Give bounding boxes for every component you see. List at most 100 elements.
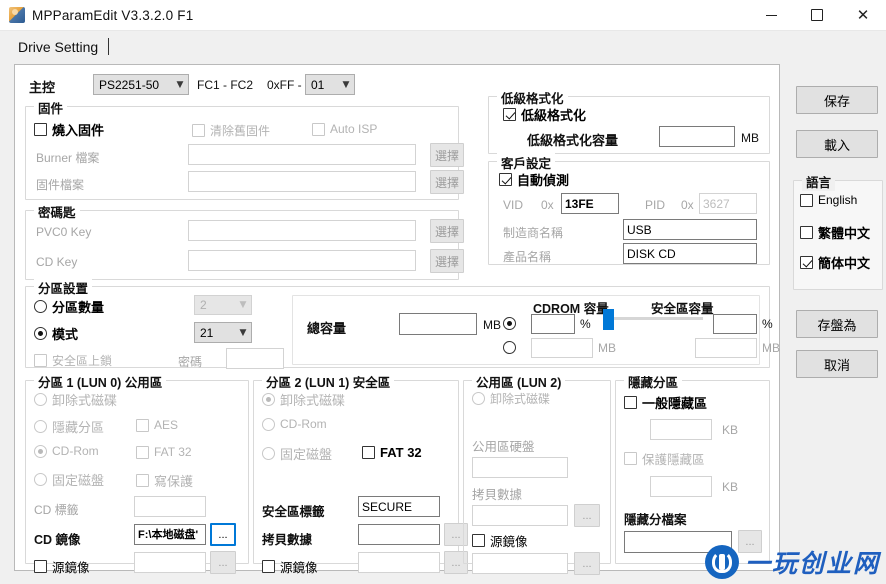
general-hidden-checkbox[interactable]: 一般隱藏區: [624, 393, 707, 412]
partition2-removable-label: 卸除式磁碟: [280, 393, 346, 408]
partition3-copy-data-label: 拷貝數據: [472, 488, 523, 502]
partition1-source-image-browse-button[interactable]: ...: [210, 551, 236, 574]
partition3-removable-radio[interactable]: 卸除式磁碟: [472, 390, 550, 407]
capacity-slider[interactable]: [603, 309, 703, 330]
low-format-capacity-input[interactable]: [659, 126, 735, 147]
pvc0-key-browse-button[interactable]: 選擇: [430, 219, 464, 243]
partition2-fixed-radio[interactable]: 固定磁盤: [262, 444, 332, 463]
partition1-hidden-radio[interactable]: 隱藏分區: [34, 417, 104, 436]
slider-thumb[interactable]: [603, 309, 614, 330]
cdrom-mb-input[interactable]: [531, 338, 593, 358]
partition2-fat32-checkbox[interactable]: FAT 32: [362, 445, 422, 460]
partition2-cdrom-radio[interactable]: CD-Rom: [262, 417, 327, 431]
language-option-english[interactable]: English: [800, 193, 857, 207]
cancel-button[interactable]: 取消: [796, 350, 878, 378]
window-title: MPParamEdit V3.3.2.0 F1: [32, 7, 194, 23]
cd-key-browse-button[interactable]: 選擇: [430, 249, 464, 273]
burner-file-browse-button[interactable]: 選擇: [430, 143, 464, 167]
partition3-copy-data-browse-button[interactable]: ...: [574, 504, 600, 527]
maximize-button[interactable]: [794, 0, 840, 30]
partition1-source-image-checkbox[interactable]: 源鏡像: [34, 557, 90, 576]
firmware-file-input[interactable]: [188, 171, 416, 192]
auto-detect-checkbox[interactable]: 自動偵測: [499, 170, 569, 189]
vendor-name-input[interactable]: USB: [623, 219, 757, 240]
close-button[interactable]: ✕: [840, 0, 886, 30]
save-as-button[interactable]: 存盤為: [796, 310, 878, 338]
save-button[interactable]: 保存: [796, 86, 878, 114]
controller-fc-label: FC1 - FC2: [197, 78, 254, 92]
partition1-fat32-checkbox[interactable]: FAT 32: [136, 445, 192, 459]
controller-hex-select[interactable]: 01 ▼: [305, 74, 355, 95]
partition2-removable-radio[interactable]: 卸除式磁碟: [262, 390, 345, 409]
protect-hidden-checkbox[interactable]: 保護隱藏區: [624, 449, 705, 468]
drive-setting-panel: 主控 PS2251-50 ▼ FC1 - FC2 0xFF - 01 ▼ 固件 …: [14, 64, 780, 575]
partition1-source-image-input[interactable]: [134, 552, 206, 573]
firmware-file-label: 固件檔案: [36, 178, 85, 192]
burner-file-input[interactable]: [188, 144, 416, 165]
general-hidden-input[interactable]: [650, 419, 712, 440]
partition3-disk-input[interactable]: [472, 457, 568, 478]
burn-firmware-checkbox[interactable]: 燒入固件: [34, 120, 104, 139]
cdrom-percent-input[interactable]: [531, 314, 575, 334]
total-capacity-input[interactable]: [399, 313, 477, 335]
hidden-file-label: 隱藏分檔案: [624, 513, 687, 527]
partition1-fixed-radio[interactable]: 固定磁盤: [34, 470, 104, 489]
partition2-secure-label-input[interactable]: SECURE: [358, 496, 440, 517]
partition-count-radio[interactable]: 分區數量: [34, 297, 104, 316]
capacity-mb-radio[interactable]: [503, 341, 521, 354]
language-option-simplified[interactable]: 簡体中文: [800, 253, 870, 272]
checkbox-box: [34, 560, 47, 573]
partition3-copy-data-input[interactable]: [472, 505, 568, 526]
product-name-input[interactable]: DISK CD: [623, 243, 757, 264]
partition3-source-image-label: 源鏡像: [490, 535, 528, 549]
firmware-file-browse-button[interactable]: 選擇: [430, 170, 464, 194]
partition1-source-image-label: 源鏡像: [52, 561, 90, 575]
capacity-percent-radio[interactable]: [503, 317, 521, 330]
partition1-aes-checkbox[interactable]: AES: [136, 418, 178, 432]
total-capacity-label: 總容量: [307, 321, 347, 336]
secure-mb-input[interactable]: [695, 338, 757, 358]
partition-count-select[interactable]: 2 ▼: [194, 295, 252, 315]
language-option-traditional[interactable]: 繁體中文: [800, 223, 870, 242]
partition2-fat32-label: FAT 32: [380, 445, 422, 460]
partition1-cd-image-browse-button[interactable]: ...: [210, 523, 236, 546]
low-format-checkbox[interactable]: 低級格式化: [503, 105, 586, 124]
vid-input[interactable]: 13FE: [561, 193, 619, 214]
protect-hidden-input[interactable]: [650, 476, 712, 497]
password-input[interactable]: [226, 348, 284, 369]
checkbox-box: [312, 122, 325, 136]
partition3-source-image-input[interactable]: [472, 553, 568, 574]
partition3-source-image-checkbox[interactable]: 源鏡像: [472, 531, 528, 550]
minimize-button[interactable]: [748, 0, 794, 30]
controller-model-select[interactable]: PS2251-50 ▼: [93, 74, 189, 95]
partition-mode-select[interactable]: 21 ▼: [194, 322, 252, 343]
partition2-group: 分區 2 (LUN 1) 安全區 卸除式磁碟 CD-Rom 固定磁盤 FAT 3…: [253, 372, 468, 575]
partition2-source-image-checkbox[interactable]: 源鏡像: [262, 557, 318, 576]
pvc0-key-label: PVC0 Key: [36, 225, 92, 239]
partition1-writeprotect-checkbox[interactable]: 寫保護: [136, 471, 193, 490]
tab-drive-setting[interactable]: Drive Setting: [14, 36, 119, 59]
cdrom-mb-unit: MB: [598, 341, 616, 355]
watermark-logo-icon: [704, 545, 739, 579]
window-controls: ✕: [748, 0, 886, 30]
partition1-cd-label-label: CD 標籤: [34, 503, 79, 517]
checkbox-box: [503, 108, 516, 121]
partition1-cd-image-input[interactable]: F:\本地磁盘': [134, 524, 206, 545]
pid-input[interactable]: 3627: [699, 193, 757, 214]
pvc0-key-input[interactable]: [188, 220, 416, 241]
load-button[interactable]: 載入: [796, 130, 878, 158]
partition2-copy-data-input[interactable]: [358, 524, 440, 545]
partition2-source-image-input[interactable]: [358, 552, 440, 573]
partition1-removable-radio[interactable]: 卸除式磁碟: [34, 390, 117, 409]
auto-isp-checkbox[interactable]: Auto ISP: [312, 122, 377, 136]
partition1-cdrom-radio[interactable]: CD-Rom: [34, 444, 99, 458]
clear-old-firmware-checkbox[interactable]: 清除舊固件: [192, 122, 270, 139]
cd-key-input[interactable]: [188, 250, 416, 271]
checkbox-box: [499, 173, 512, 186]
partition3-source-image-browse-button[interactable]: ...: [574, 552, 600, 575]
controller-model-value: PS2251-50: [99, 77, 160, 92]
secure-lock-checkbox[interactable]: 安全區上鎖: [34, 352, 112, 369]
partition1-cd-label-input[interactable]: [134, 496, 206, 517]
partition-mode-radio[interactable]: 模式: [34, 324, 78, 343]
secure-percent-input[interactable]: [713, 314, 757, 334]
